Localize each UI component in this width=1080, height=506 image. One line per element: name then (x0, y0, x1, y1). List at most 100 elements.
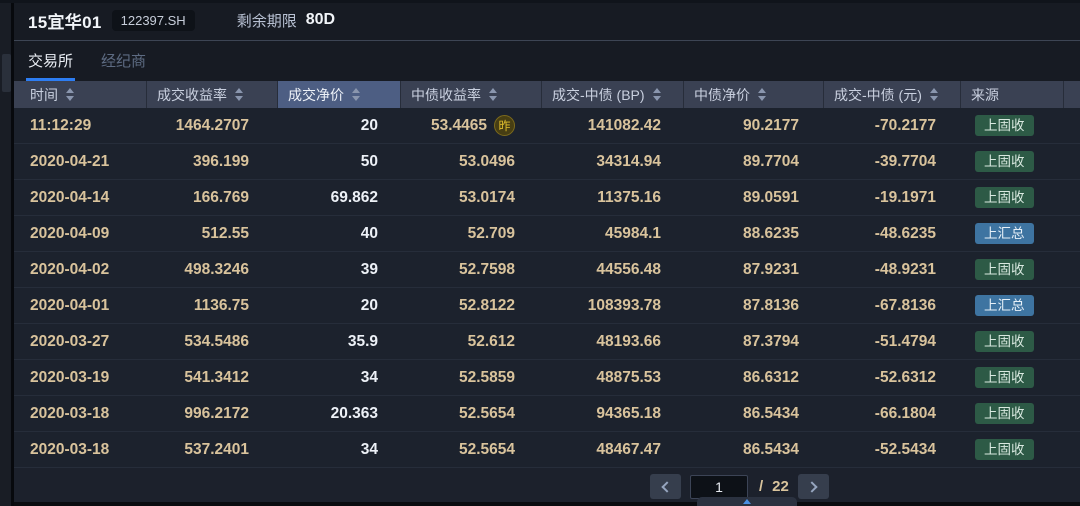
table-row[interactable]: 2020-04-09512.554052.70945984.188.6235-4… (14, 216, 1080, 252)
cell-diff-bp: 108393.78 (541, 288, 683, 323)
cell-cdb-price: 90.2177 (683, 108, 823, 143)
source-badge: 上固收 (975, 151, 1034, 172)
column-label: 来源 (971, 85, 999, 105)
column-header-cdb-yield[interactable]: 中债收益率 (400, 81, 541, 108)
cell-exec-price: 50 (277, 144, 400, 179)
cell-diff-yuan: -70.2177 (823, 108, 960, 143)
pagination-prev-button[interactable] (650, 474, 681, 499)
source-badge: 上汇总 (975, 223, 1034, 244)
table-row[interactable]: 2020-04-011136.752052.8122108393.7887.81… (14, 288, 1080, 324)
sort-icon[interactable] (758, 88, 766, 101)
cdb-yield-value: 52.612 (468, 333, 515, 351)
cell-cdb-price: 87.9231 (683, 252, 823, 287)
source-badge: 上固收 (975, 331, 1034, 352)
cell-cdb-yield: 53.4465昨 (400, 108, 541, 143)
table-row[interactable]: 2020-03-27534.548635.952.61248193.6687.3… (14, 324, 1080, 360)
cell-source: 上汇总 (960, 216, 1063, 251)
chevron-left-icon (661, 481, 672, 492)
left-scrollbar-track (0, 0, 11, 506)
table-row[interactable]: 2020-03-18996.217220.36352.565494365.188… (14, 396, 1080, 432)
cell-cdb-yield: 53.0174 (400, 180, 541, 215)
cdb-yield-value: 52.5654 (459, 441, 515, 459)
cell-diff-yuan: -19.1971 (823, 180, 960, 215)
table-row[interactable]: 2020-04-02498.32463952.759844556.4887.92… (14, 252, 1080, 288)
table-row[interactable]: 2020-04-14166.76969.86253.017411375.1689… (14, 180, 1080, 216)
sort-icon[interactable] (235, 88, 243, 101)
left-scrollbar-thumb[interactable] (2, 54, 11, 92)
page-number-input[interactable] (690, 475, 748, 499)
cell-diff-yuan: -51.4794 (823, 324, 960, 359)
cell-time: 2020-04-09 (14, 216, 146, 251)
sort-icon[interactable] (930, 88, 938, 101)
tab-bar: 交易所 经纪商 (14, 41, 1080, 81)
cell-exec-yield: 996.2172 (146, 396, 277, 431)
table-row[interactable]: 11:12:291464.27072053.4465昨141082.4290.2… (14, 108, 1080, 144)
cdb-yield-value: 53.0174 (459, 189, 515, 207)
column-label: 中债净价 (694, 85, 750, 105)
cell-exec-yield: 1464.2707 (146, 108, 277, 143)
cdb-yield-value: 52.709 (468, 225, 515, 243)
sort-icon[interactable] (66, 88, 74, 101)
cell-exec-price: 20.363 (277, 396, 400, 431)
column-header-time[interactable]: 时间 (14, 81, 146, 108)
cell-diff-bp: 48467.47 (541, 432, 683, 467)
sort-icon[interactable] (489, 88, 497, 101)
cell-cdb-price: 89.7704 (683, 144, 823, 179)
source-badge: 上固收 (975, 115, 1034, 136)
maturity-label: 剩余期限 (237, 10, 297, 31)
source-badge: 上汇总 (975, 295, 1034, 316)
cell-exec-price: 39 (277, 252, 400, 287)
cell-source: 上固收 (960, 396, 1063, 431)
sort-icon[interactable] (653, 88, 661, 101)
cell-source: 上固收 (960, 432, 1063, 467)
cell-cdb-yield: 52.5654 (400, 396, 541, 431)
cell-source: 上固收 (960, 180, 1063, 215)
cell-cdb-yield: 52.612 (400, 324, 541, 359)
scroll-indicator[interactable] (697, 497, 797, 506)
cell-exec-yield: 166.769 (146, 180, 277, 215)
page-total: 22 (772, 478, 789, 495)
cell-cdb-yield: 52.7598 (400, 252, 541, 287)
table-body: 11:12:291464.27072053.4465昨141082.4290.2… (14, 108, 1080, 468)
cell-exec-price: 34 (277, 360, 400, 395)
cell-exec-yield: 534.5486 (146, 324, 277, 359)
column-header-price[interactable]: 成交净价 (277, 81, 400, 108)
cell-cdb-yield: 52.5859 (400, 360, 541, 395)
cell-cdb-price: 87.8136 (683, 288, 823, 323)
cell-diff-bp: 94365.18 (541, 396, 683, 431)
column-header-cdb-price[interactable]: 中债净价 (683, 81, 823, 108)
cell-exec-price: 35.9 (277, 324, 400, 359)
cell-time: 2020-03-19 (14, 360, 146, 395)
cell-diff-yuan: -67.8136 (823, 288, 960, 323)
cell-time: 2020-03-18 (14, 396, 146, 431)
cell-cdb-yield: 53.0496 (400, 144, 541, 179)
panel-divider (11, 0, 14, 506)
arrow-up-icon (743, 499, 751, 504)
window-top-edge (0, 0, 1080, 3)
column-label: 时间 (30, 85, 58, 105)
column-header-diff-yuan[interactable]: 成交-中债 (元) (823, 81, 960, 108)
cell-diff-bp: 34314.94 (541, 144, 683, 179)
column-header-yield[interactable]: 成交收益率 (146, 81, 277, 108)
source-badge: 上固收 (975, 367, 1034, 388)
cell-source: 上固收 (960, 324, 1063, 359)
pagination-next-button[interactable] (798, 474, 829, 499)
table-row[interactable]: 2020-03-19541.34123452.585948875.5386.63… (14, 360, 1080, 396)
cell-diff-yuan: -48.6235 (823, 216, 960, 251)
cell-diff-bp: 48875.53 (541, 360, 683, 395)
window-bottom-edge (0, 502, 1080, 506)
cell-source: 上固收 (960, 108, 1063, 143)
tab-exchange[interactable]: 交易所 (28, 50, 73, 81)
cdb-yield-value: 52.5859 (459, 369, 515, 387)
table-row[interactable]: 2020-03-18537.24013452.565448467.4786.54… (14, 432, 1080, 468)
source-badge: 上固收 (975, 439, 1034, 460)
cell-exec-price: 34 (277, 432, 400, 467)
sort-icon[interactable] (352, 88, 360, 101)
cell-cdb-price: 86.6312 (683, 360, 823, 395)
source-badge: 上固收 (975, 403, 1034, 424)
column-header-diff-bp[interactable]: 成交-中债 (BP) (541, 81, 683, 108)
table-row[interactable]: 2020-04-21396.1995053.049634314.9489.770… (14, 144, 1080, 180)
cell-diff-bp: 11375.16 (541, 180, 683, 215)
tab-broker[interactable]: 经纪商 (101, 50, 146, 81)
column-label: 中债收益率 (411, 85, 481, 105)
